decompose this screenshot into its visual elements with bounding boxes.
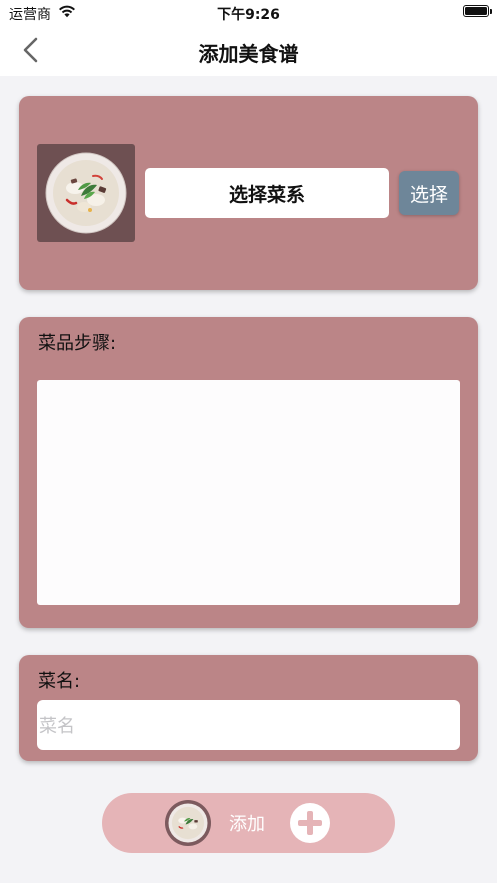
dish-name-input[interactable]: 菜名: [37, 700, 460, 750]
add-recipe-button[interactable]: 添加: [102, 793, 395, 853]
steps-textarea[interactable]: [37, 380, 460, 605]
status-bar: 运营商 下午9:26: [0, 0, 497, 26]
page-title: 添加美食谱: [198, 42, 299, 66]
dish-image: [168, 803, 208, 843]
dish-image-picker[interactable]: [37, 144, 135, 242]
dish-thumbnail: [165, 800, 211, 846]
dish-name-card: 菜名: 菜名: [19, 655, 478, 761]
cuisine-field[interactable]: 选择菜系: [145, 168, 389, 218]
add-button-label: 添加: [229, 814, 265, 835]
clock: 下午9:26: [217, 7, 280, 23]
steps-card: 菜品步骤:: [19, 317, 478, 628]
dish-image: [45, 152, 127, 234]
battery-icon: [463, 5, 492, 17]
navigation-bar: 添加美食谱: [0, 26, 497, 76]
plus-icon: [290, 803, 330, 843]
select-cuisine-button[interactable]: 选择: [399, 171, 459, 215]
dish-name-label: 菜名:: [38, 671, 81, 692]
cuisine-card: 选择菜系 选择: [19, 96, 478, 290]
steps-label: 菜品步骤:: [38, 333, 117, 354]
